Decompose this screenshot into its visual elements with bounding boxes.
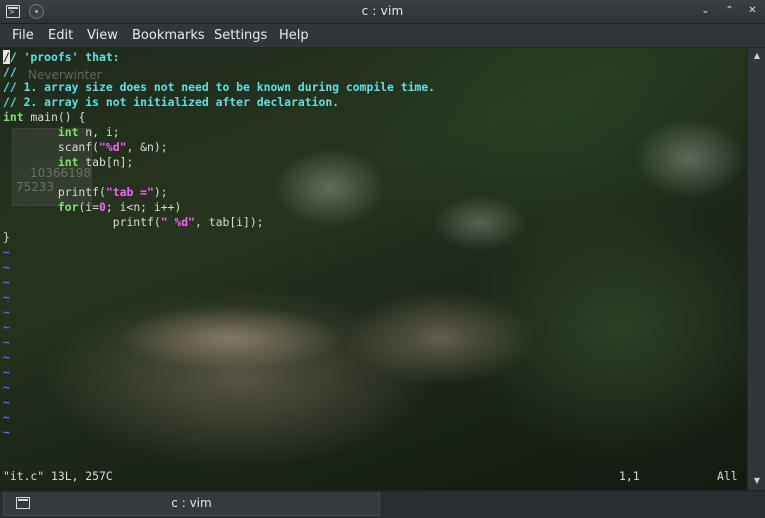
code-token: int [57,155,79,169]
empty-line-tilde: ~ [3,260,10,274]
menu-view[interactable]: View [87,28,118,43]
code-line[interactable]: int n, i; [3,125,747,140]
empty-line-tilde: ~ [3,245,10,259]
code-line[interactable]: scanf("%d", &n); [3,140,747,155]
code-line[interactable]: // [3,65,747,80]
code-token: // [3,65,17,79]
code-line[interactable]: // 2. array is not initialized after dec… [3,95,747,110]
empty-line-tilde: ~ [3,290,10,304]
empty-line-tilde: ~ [3,305,10,319]
menu-help[interactable]: Help [279,28,309,43]
code-token: 0 [99,200,106,214]
code-line[interactable]: printf(" %d", tab[i]); [3,215,747,230]
code-line[interactable]: int tab[n]; [3,155,747,170]
maximize-button[interactable]: ⌃ [722,4,737,19]
empty-line-tilde: ~ [3,350,10,364]
menu-settings[interactable]: Settings [214,28,267,43]
code-token: (i= [78,200,100,214]
scroll-down-arrow-icon[interactable]: ▼ [752,476,762,486]
empty-line-tilde: ~ [3,410,10,424]
status-cursor-position: 1,1 [619,469,640,483]
code-token: "tab =" [105,185,154,199]
close-button[interactable]: ✕ [745,4,760,19]
code-line[interactable]: // 1. array size does not need to be kno… [3,80,747,95]
menu-file[interactable]: File [12,28,34,43]
scrollbar-track[interactable] [752,64,762,472]
code-line[interactable]: // 'proofs' that: [3,50,747,65]
code-token: , &n); [126,140,168,154]
code-token: scanf( [3,140,100,154]
window-title: c : vim [361,4,404,18]
text-cursor: / [3,50,10,64]
empty-line-tilde: ~ [3,380,10,394]
session-tab-label: c : vim [171,496,212,510]
code-token: n, i; [78,125,120,139]
code-token: tab[n]; [78,155,134,169]
empty-line-tilde: ~ [3,365,10,379]
code-token: , tab[i]); [195,215,264,229]
code-token: printf( [3,185,106,199]
empty-line-tilde: ~ [3,320,10,334]
vertical-scrollbar[interactable]: ▲ ▼ [747,48,765,490]
code-line[interactable]: int main() { [3,110,747,125]
code-token: "%d" [99,140,127,154]
code-token: int [57,125,79,139]
scroll-up-arrow-icon[interactable]: ▲ [752,51,762,61]
title-bar: c : vim ⌄ ⌃ ✕ [0,0,765,24]
code-token: printf( [3,215,161,229]
code-token: int [3,110,24,124]
code-token: ); [153,185,168,199]
empty-line-tilde: ~ [3,335,10,349]
menu-bar: File Edit View Bookmarks Settings Help [0,24,765,48]
code-line[interactable] [3,170,747,185]
empty-line-tilde: ~ [3,275,10,289]
code-token: } [3,230,10,244]
code-token: // 2. array is not initialized after dec… [3,95,340,109]
status-file-info: "it.c" 13L, 257C [3,469,113,483]
code-token: ; i<n; i++) [105,200,182,214]
minimize-button[interactable]: ⌄ [698,4,713,19]
vim-buffer[interactable]: // 'proofs' that://// 1. array size does… [3,50,747,440]
vim-status-line: "it.c" 13L, 257C 1,1 All [3,469,741,484]
menu-edit[interactable]: Edit [48,28,73,43]
session-tab[interactable]: c : vim [3,492,380,516]
code-token: / 'proofs' that: [9,50,120,64]
code-token: for [57,200,79,214]
menu-bookmarks[interactable]: Bookmarks [132,28,205,43]
code-token: main() { [23,110,86,124]
code-line[interactable]: for(i=0; i<n; i++) [3,200,747,215]
session-tab-bar: c : vim [0,490,765,518]
code-line[interactable]: } [3,230,747,245]
code-token: " %d" [160,215,196,229]
empty-line-tilde: ~ [3,425,10,439]
status-scroll-percent: All [717,469,738,483]
empty-line-tilde: ~ [3,395,10,409]
code-line[interactable]: printf("tab ="); [3,185,747,200]
code-token: // 1. array size does not need to be kno… [3,80,436,94]
terminal-area[interactable]: Neverwinter 10366198 75233 // 'proofs' t… [0,48,747,490]
